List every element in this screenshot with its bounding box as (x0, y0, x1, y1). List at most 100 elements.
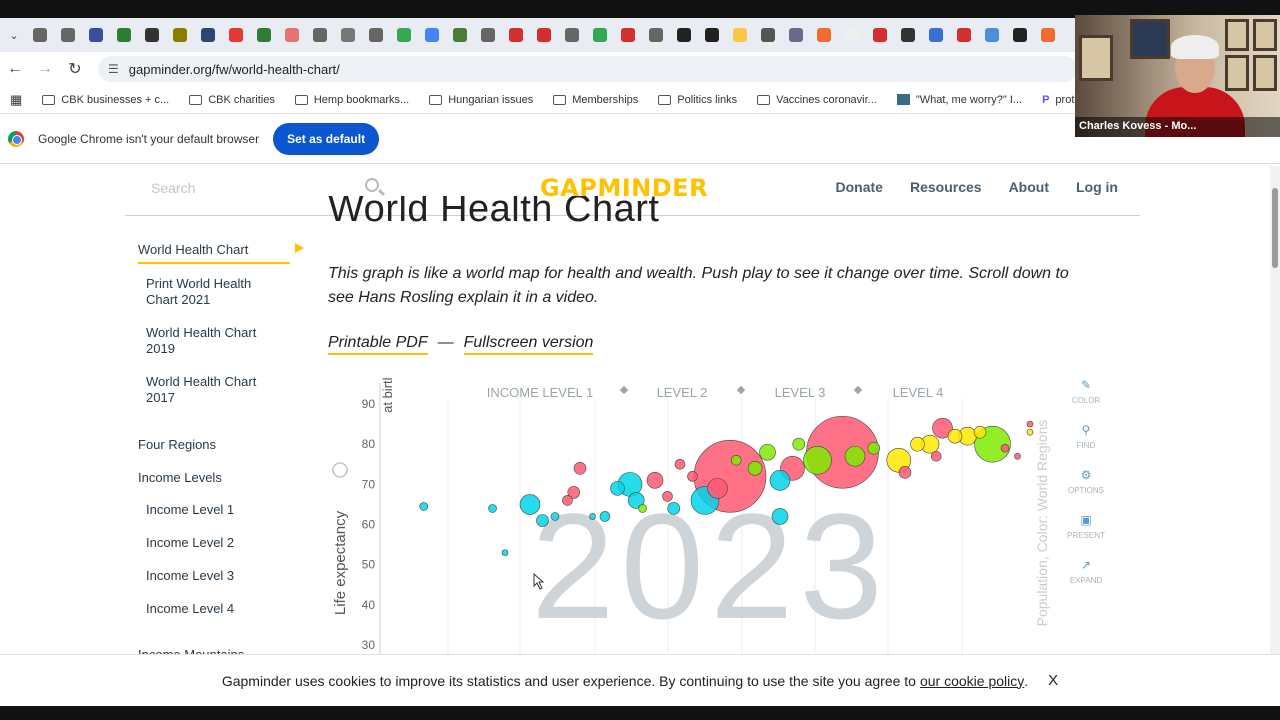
tab-favicon[interactable] (756, 23, 780, 47)
tab-favicon[interactable] (840, 23, 864, 47)
tab-favicon[interactable] (196, 23, 220, 47)
bubble-point (803, 445, 832, 475)
tab-favicon[interactable] (980, 23, 1004, 47)
present-tool[interactable]: ▣ PRESENT (1065, 513, 1107, 558)
bookmark-item[interactable]: Vaccines coronavir... (757, 94, 877, 106)
tab-favicon[interactable] (896, 23, 920, 47)
bookmark-item[interactable]: "What, me worry?" I... (896, 94, 1022, 106)
tab-favicon[interactable] (728, 23, 752, 47)
tab-favicon[interactable] (252, 23, 276, 47)
tab-favicon[interactable] (784, 23, 808, 47)
tab-favicon[interactable] (308, 23, 332, 47)
nav-resources[interactable]: Resources (910, 179, 982, 195)
tab-favicon[interactable] (28, 23, 52, 47)
tab-favicon[interactable] (280, 23, 304, 47)
tab-favicon[interactable] (644, 23, 668, 47)
sidebar-item-world-health-chart[interactable]: World Health Chart (138, 236, 304, 264)
favicon-icon (537, 28, 551, 42)
bubble-point (674, 458, 686, 470)
tab-favicon[interactable] (504, 23, 528, 47)
forward-icon[interactable]: → (30, 54, 60, 84)
bookmark-item[interactable]: Politics links (658, 94, 737, 106)
tab-favicon[interactable] (56, 23, 80, 47)
nav-about[interactable]: About (1009, 179, 1049, 195)
sidebar-subitem[interactable]: Print World Health Chart 2021 (138, 276, 268, 308)
tab-favicon[interactable] (588, 23, 612, 47)
bubble-chart[interactable]: 2023 INCOME LEVEL 1 LEVEL 2 LEVEL 3 LEVEL 49… (330, 373, 1110, 658)
sidebar-subitem[interactable]: Income Level 3 (138, 568, 308, 584)
tab-favicon[interactable] (336, 23, 360, 47)
size-color-label: Population, Color: World Regions (1034, 420, 1050, 627)
sidebar-item-income-levels[interactable]: Income Levels (138, 470, 308, 485)
bookmark-item[interactable]: Hungarian issues (429, 94, 533, 106)
tab-favicon[interactable] (1008, 23, 1032, 47)
tab-favicon[interactable] (84, 23, 108, 47)
tab-favicon[interactable] (700, 23, 724, 47)
tab-favicon[interactable] (420, 23, 444, 47)
tab-favicon[interactable] (448, 23, 472, 47)
bubble-point (667, 502, 681, 515)
bubble-chart-svg[interactable]: 2023INCOME LEVEL 1 LEVEL 2 LEVEL 3 LEVEL 49… (330, 373, 1110, 658)
color-tool[interactable]: ✎ COLOR (1065, 378, 1107, 423)
bubble-point (662, 491, 673, 502)
tab-favicon[interactable] (532, 23, 556, 47)
nav-donate[interactable]: Donate (836, 179, 883, 195)
sidebar-subitem[interactable]: World Health Chart 2019 (138, 325, 268, 357)
income-level-label: INCOME LEVEL 1 (487, 385, 593, 400)
cookie-close-button[interactable]: X (1048, 672, 1058, 689)
tab-favicon[interactable] (672, 23, 696, 47)
back-icon[interactable]: ← (0, 54, 30, 84)
sidebar-subitem[interactable]: Income Level 1 (138, 502, 308, 518)
sidebar-subitem[interactable]: Income Level 4 (138, 601, 308, 617)
tab-search-chevron-icon[interactable]: ⌄ (4, 20, 24, 50)
tab-favicon[interactable] (140, 23, 164, 47)
expand-tool[interactable]: ↗ EXPAND (1065, 558, 1107, 603)
set-default-button[interactable]: Set as default (273, 122, 380, 155)
tab-favicon[interactable] (392, 23, 416, 47)
sidebar-subitem[interactable]: World Health Chart 2017 (138, 374, 268, 406)
options-tool[interactable]: ⚙ OPTIONS (1065, 468, 1107, 513)
bookmark-item[interactable]: CBK charities (189, 94, 275, 106)
favicon-icon (565, 28, 579, 42)
search-icon[interactable] (365, 178, 379, 192)
search-input[interactable]: Search (137, 180, 195, 196)
tab-favicon[interactable] (868, 23, 892, 47)
cookie-policy-link[interactable]: our cookie policy (920, 673, 1024, 689)
bubble-point (589, 513, 596, 520)
tab-favicon[interactable] (224, 23, 248, 47)
wall-frame (1253, 55, 1277, 91)
url-bar[interactable]: ☰ gapminder.org/fw/world-health-chart/ (98, 56, 1078, 82)
url-text: gapminder.org/fw/world-health-chart/ (128, 61, 340, 77)
sidebar-subitem[interactable]: Income Level 2 (138, 535, 308, 551)
tab-favicon[interactable] (112, 23, 136, 47)
apps-grid-icon[interactable]: ▦ (10, 92, 22, 108)
favicon-icon (425, 28, 439, 42)
bookmark-item[interactable]: Hemp bookmarks... (294, 94, 409, 106)
tab-favicon[interactable] (560, 23, 584, 47)
favicon-icon (873, 28, 887, 42)
tab-favicon[interactable] (616, 23, 640, 47)
fullscreen-link[interactable]: Fullscreen version (463, 334, 594, 355)
sidebar-item-four-regions[interactable]: Four Regions (138, 437, 308, 452)
tab-favicon[interactable] (952, 23, 976, 47)
bookmark-item[interactable]: CBK businesses + c... (42, 94, 169, 106)
scrollbar-thumb[interactable] (1272, 188, 1278, 268)
site-settings-icon[interactable]: ☰ (108, 62, 119, 76)
tab-favicon[interactable] (168, 23, 192, 47)
tab-favicon[interactable] (364, 23, 388, 47)
favicon-icon (117, 28, 131, 42)
wall-frame (1130, 19, 1170, 59)
page-scrollbar[interactable] (1270, 166, 1280, 654)
bubble-point (610, 481, 625, 496)
find-tool[interactable]: ⚲ FIND (1065, 423, 1107, 468)
tab-favicon[interactable] (1036, 23, 1060, 47)
tab-favicon[interactable] (924, 23, 948, 47)
nav-login[interactable]: Log in (1076, 179, 1118, 195)
folder-icon (294, 94, 308, 105)
tab-favicon[interactable] (812, 23, 836, 47)
y-tick-label: 70 (362, 477, 376, 491)
printable-pdf-link[interactable]: Printable PDF (328, 334, 428, 355)
tab-favicon[interactable] (476, 23, 500, 47)
bookmark-item[interactable]: Memberships (553, 94, 638, 106)
reload-icon[interactable]: ↻ (60, 54, 90, 84)
